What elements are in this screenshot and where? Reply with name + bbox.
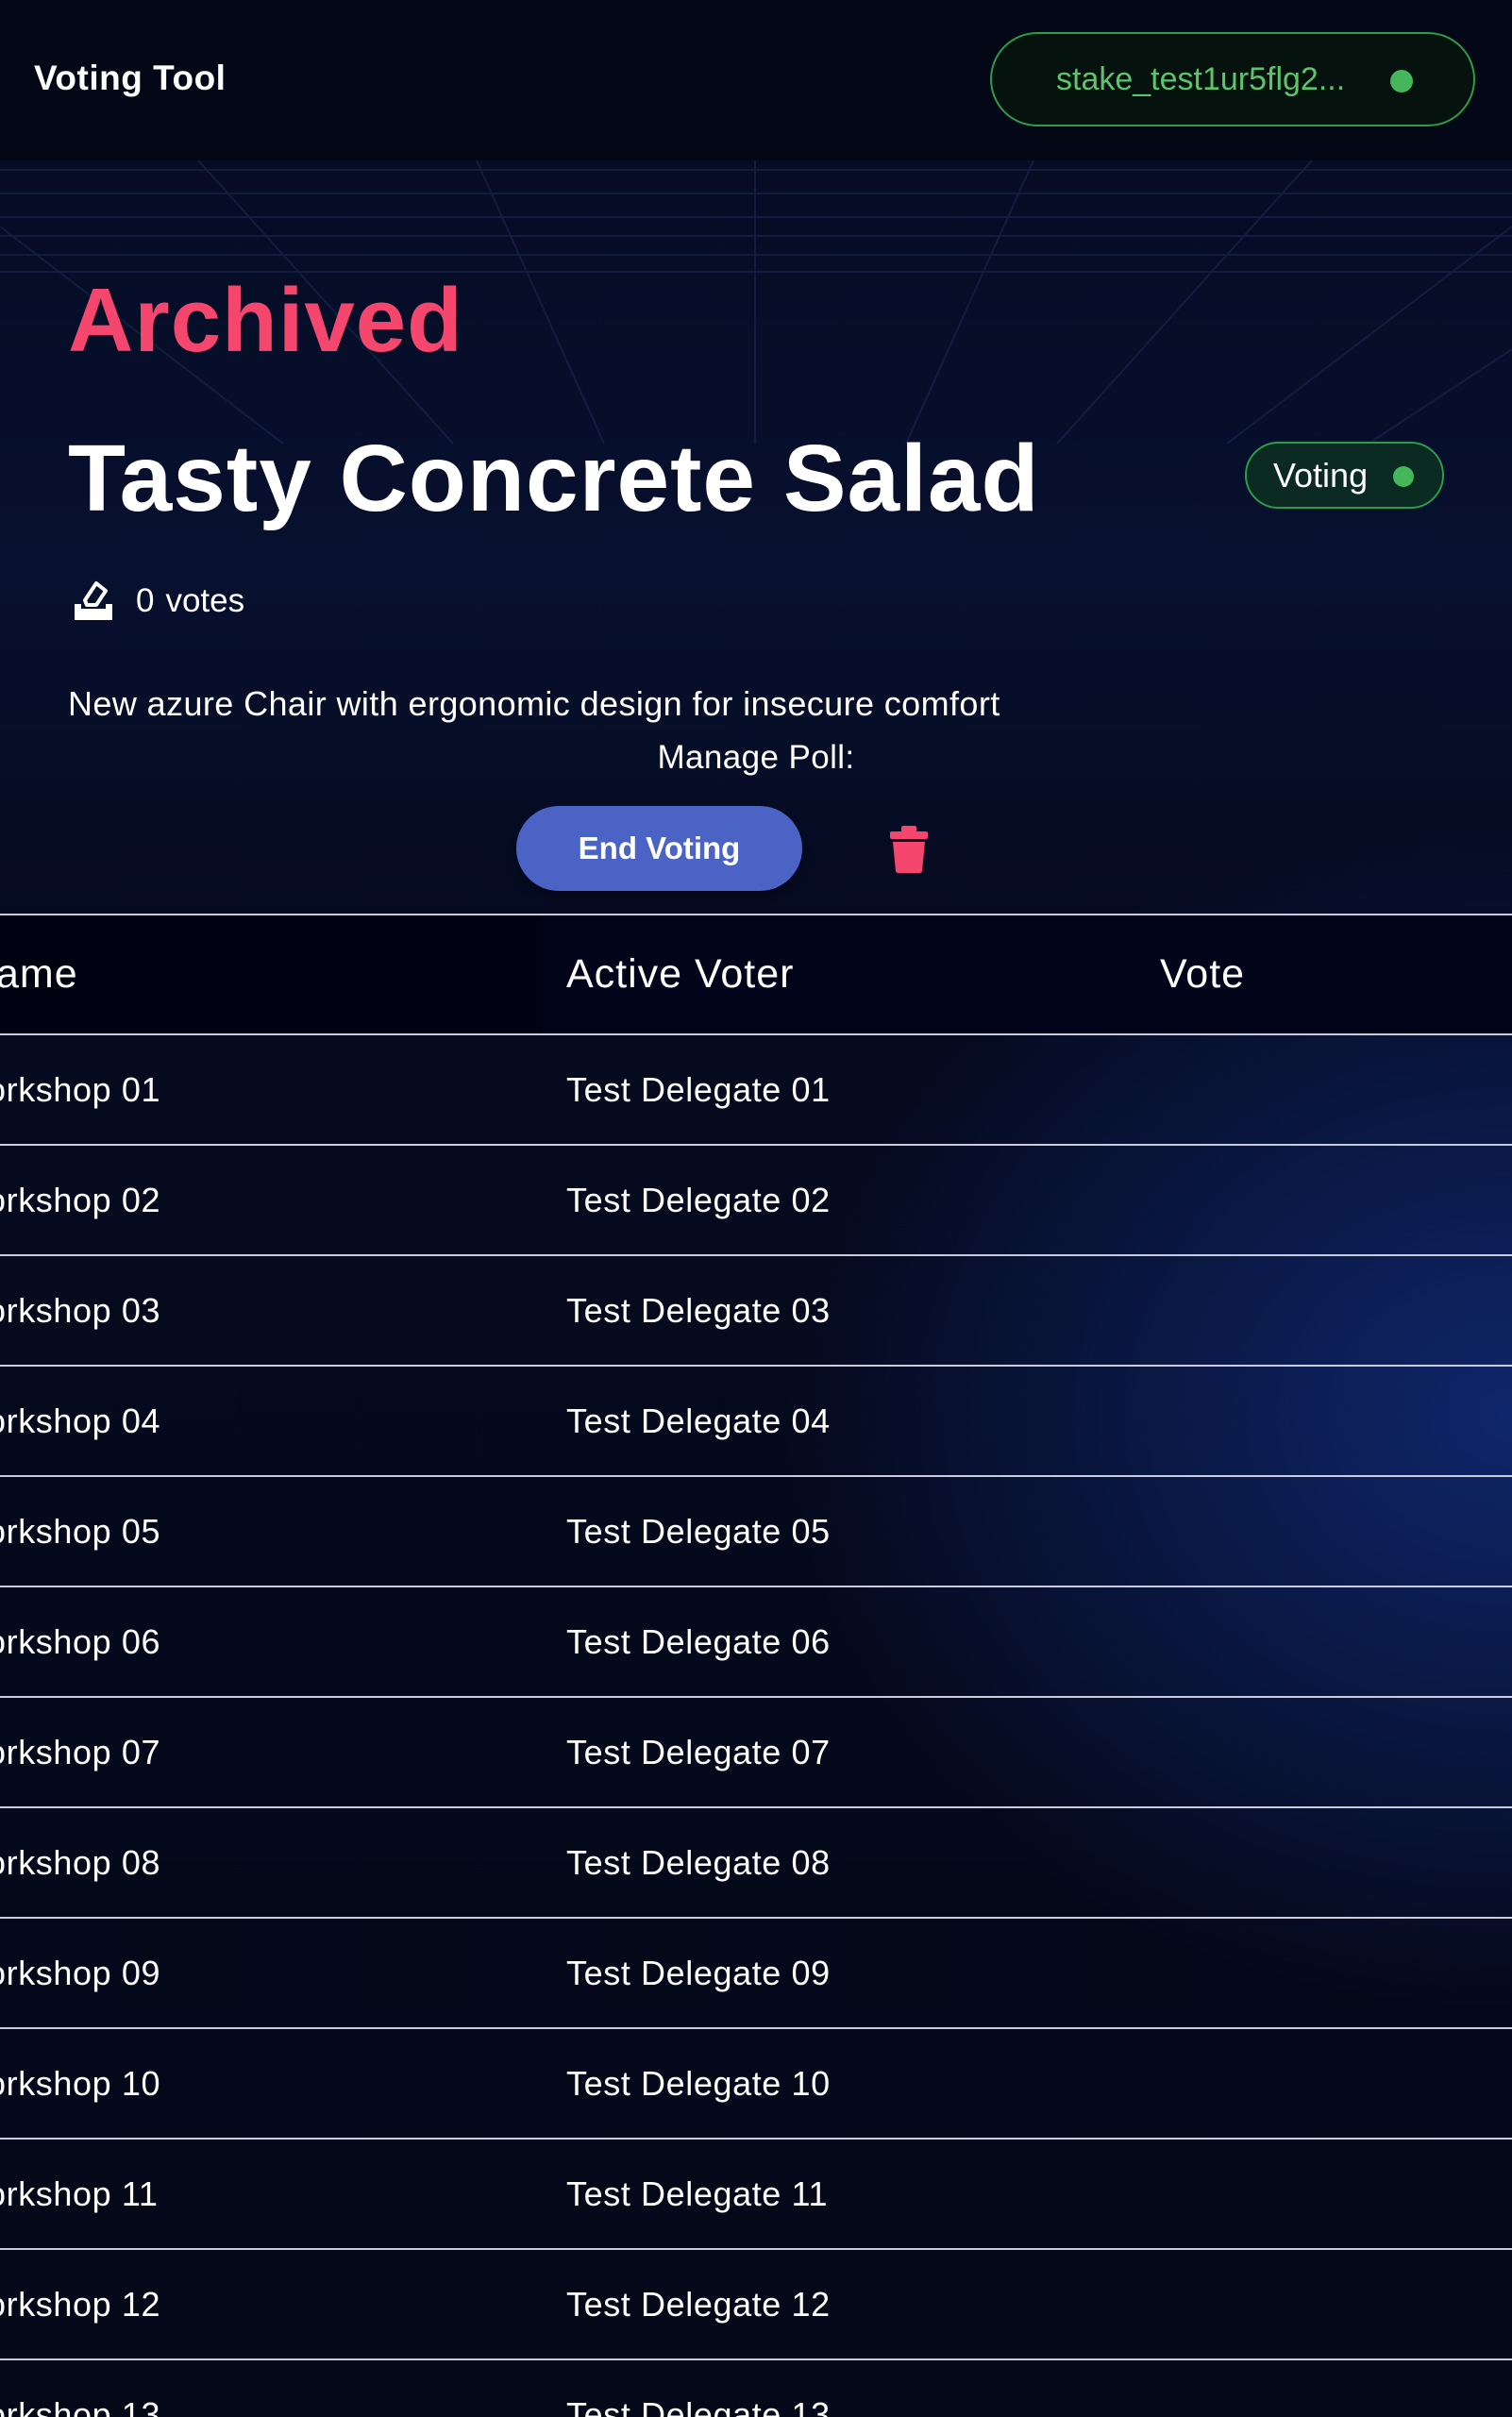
poll-description: New azure Chair with ergonomic design fo… bbox=[68, 684, 1000, 723]
table-row: orkshop 12 Test Delegate 12 bbox=[0, 2250, 1512, 2360]
workshop-name-cell: orkshop 13 bbox=[0, 2395, 161, 2417]
active-voter-cell: Test Delegate 02 bbox=[566, 1181, 831, 1219]
manage-poll-label: Manage Poll: bbox=[657, 739, 855, 776]
wallet-connect-button[interactable]: stake_test1ur5flg2... bbox=[990, 32, 1475, 126]
active-voter-cell: Test Delegate 05 bbox=[566, 1512, 831, 1551]
trash-icon[interactable] bbox=[887, 825, 931, 874]
name-column-header-bg bbox=[0, 915, 543, 1033]
top-bar: Voting Tool stake_test1ur5flg2... bbox=[0, 0, 1512, 160]
workshop-name-cell: orkshop 10 bbox=[0, 2064, 161, 2103]
table-row: orkshop 08 Test Delegate 08 bbox=[0, 1808, 1512, 1919]
wallet-connected-indicator bbox=[1390, 70, 1413, 92]
workshop-name-cell: orkshop 03 bbox=[0, 1291, 161, 1330]
table-row: orkshop 11 Test Delegate 11 bbox=[0, 2140, 1512, 2250]
wallet-address: stake_test1ur5flg2... bbox=[1056, 60, 1346, 97]
workshop-name-cell: orkshop 05 bbox=[0, 1512, 161, 1551]
active-voter-cell: Test Delegate 07 bbox=[566, 1733, 831, 1771]
workshop-name-cell: orkshop 08 bbox=[0, 1843, 161, 1882]
active-voter-cell: Test Delegate 03 bbox=[566, 1291, 831, 1330]
table-body: orkshop 01 Test Delegate 01 orkshop 02 Test… bbox=[0, 1035, 1512, 2417]
page: Voting Tool stake_test1ur5flg2... Archiv… bbox=[0, 0, 1512, 2417]
active-voter-cell: Test Delegate 06 bbox=[566, 1622, 831, 1661]
active-voter-cell: Test Delegate 10 bbox=[566, 2064, 831, 2103]
table-row: orkshop 09 Test Delegate 09 bbox=[0, 1919, 1512, 2029]
poll-phase-badge: Voting bbox=[1245, 442, 1444, 509]
table-row: orkshop 10 Test Delegate 10 bbox=[0, 2029, 1512, 2140]
table-row: orkshop 04 Test Delegate 04 bbox=[0, 1367, 1512, 1477]
ballot-box-icon bbox=[75, 581, 112, 620]
vote-count: 0 bbox=[136, 582, 155, 619]
vote-count-row: 0 votes bbox=[72, 579, 244, 623]
table-header: ame Active Voter Vote bbox=[0, 914, 1512, 1035]
workshop-name-cell: orkshop 11 bbox=[0, 2174, 159, 2213]
end-voting-button[interactable]: End Voting bbox=[516, 806, 802, 891]
active-voter-cell: Test Delegate 11 bbox=[566, 2174, 829, 2213]
active-voter-cell: Test Delegate 08 bbox=[566, 1843, 831, 1882]
workshop-name-cell: orkshop 12 bbox=[0, 2285, 161, 2324]
voters-table: ame Active Voter Vote orkshop 01 Test Del… bbox=[0, 914, 1512, 2417]
table-row: orkshop 05 Test Delegate 05 bbox=[0, 1477, 1512, 1587]
table-row: orkshop 02 Test Delegate 02 bbox=[0, 1146, 1512, 1256]
phase-indicator-dot bbox=[1393, 466, 1414, 487]
active-voter-cell: Test Delegate 04 bbox=[566, 1402, 831, 1440]
poll-title: Tasty Concrete Salad bbox=[68, 426, 1040, 531]
table-row: orkshop 13 Test Delegate 13 bbox=[0, 2360, 1512, 2417]
workshop-name-cell: orkshop 09 bbox=[0, 1954, 161, 1992]
votes-label: votes bbox=[165, 582, 245, 619]
table-row: orkshop 07 Test Delegate 07 bbox=[0, 1698, 1512, 1808]
column-header-active-voter: Active Voter bbox=[566, 951, 795, 997]
poll-status-label: Archived bbox=[68, 270, 463, 371]
app-title: Voting Tool bbox=[34, 59, 227, 97]
table-row: orkshop 03 Test Delegate 03 bbox=[0, 1256, 1512, 1367]
active-voter-cell: Test Delegate 09 bbox=[566, 1954, 831, 1992]
workshop-name-cell: orkshop 01 bbox=[0, 1070, 161, 1109]
active-voter-cell: Test Delegate 13 bbox=[566, 2395, 831, 2417]
workshop-name-cell: orkshop 06 bbox=[0, 1622, 161, 1661]
workshop-name-cell: orkshop 07 bbox=[0, 1733, 161, 1771]
active-voter-cell: Test Delegate 12 bbox=[566, 2285, 831, 2324]
poll-phase-label: Voting bbox=[1273, 455, 1369, 495]
workshop-name-cell: orkshop 04 bbox=[0, 1402, 161, 1440]
table-row: orkshop 06 Test Delegate 06 bbox=[0, 1587, 1512, 1698]
table-row: orkshop 01 Test Delegate 01 bbox=[0, 1035, 1512, 1146]
workshop-name-cell: orkshop 02 bbox=[0, 1181, 161, 1219]
column-header-name: ame bbox=[0, 951, 78, 997]
column-header-vote: Vote bbox=[1160, 951, 1246, 997]
active-voter-cell: Test Delegate 01 bbox=[566, 1070, 831, 1109]
